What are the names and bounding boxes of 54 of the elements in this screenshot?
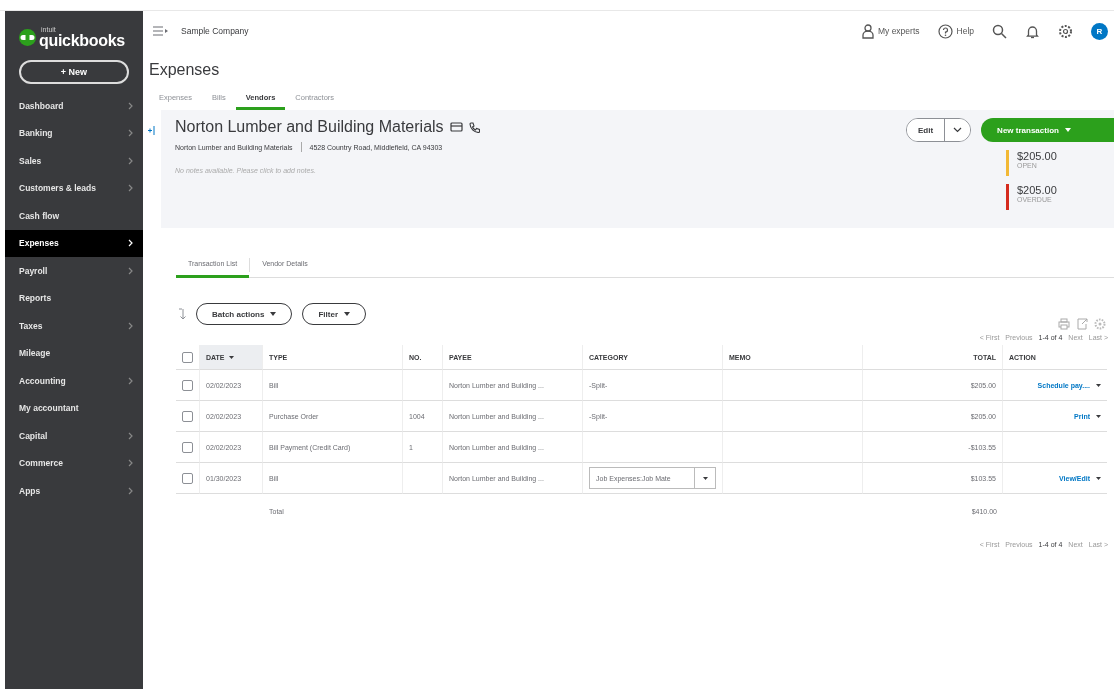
caret-down-icon[interactable] <box>1096 476 1101 480</box>
search-icon[interactable] <box>992 23 1007 39</box>
vendor-name: Norton Lumber and Building Materials <box>175 118 444 136</box>
caret-down-icon <box>1064 128 1071 132</box>
row-checkbox[interactable] <box>182 441 193 453</box>
brand-name: quickbooks <box>39 32 125 49</box>
bell-icon[interactable] <box>1025 23 1040 39</box>
row-checkbox[interactable] <box>182 410 193 422</box>
my-experts-button[interactable]: My experts <box>861 23 920 39</box>
nav-item[interactable]: Payroll <box>5 257 143 285</box>
new-button[interactable]: + New <box>19 60 129 84</box>
nav-item[interactable]: Capital <box>5 422 143 450</box>
nav-item[interactable]: Banking <box>5 119 143 147</box>
collapse-panel-icon[interactable] <box>148 126 156 135</box>
nav-item[interactable]: Expenses <box>5 229 143 257</box>
help-icon <box>937 23 953 39</box>
sort-icon[interactable] <box>178 308 186 320</box>
nav-item[interactable]: Customers & leads <box>5 174 143 202</box>
batch-actions-button[interactable]: Batch actions <box>196 303 293 325</box>
caret-down-icon[interactable] <box>1096 414 1101 418</box>
nav-item[interactable]: Sales <box>5 147 143 175</box>
filter-button[interactable]: Filter <box>302 303 367 325</box>
person-icon <box>861 23 874 39</box>
balance-amount: $205.00 <box>1017 150 1057 162</box>
nav-item[interactable]: Taxes <box>5 312 143 340</box>
envelope-icon[interactable] <box>449 122 463 132</box>
caret-down-icon <box>270 312 277 316</box>
nav-item[interactable]: Cash flow <box>5 202 143 230</box>
select-all-checkbox[interactable] <box>182 351 193 363</box>
page-title: Expenses <box>149 61 221 79</box>
quickbooks-logo-icon <box>19 28 36 46</box>
nav-item[interactable]: Reports <box>5 284 143 312</box>
help-button[interactable]: Help <box>937 23 974 39</box>
row-checkbox[interactable] <box>182 379 193 391</box>
nav-item[interactable]: My accountant <box>5 394 143 422</box>
menu-icon[interactable] <box>153 26 169 36</box>
settings-icon[interactable] <box>1058 23 1073 39</box>
nav-item[interactable]: Commerce <box>5 449 143 477</box>
caret-down-icon <box>702 476 708 480</box>
caret-down-icon <box>344 312 351 316</box>
company-name: Sample Company <box>181 26 249 36</box>
phone-icon[interactable] <box>468 121 480 133</box>
user-avatar[interactable]: R <box>1091 22 1108 40</box>
balance-amount: $205.00 <box>1017 184 1057 196</box>
nav-item[interactable]: Mileage <box>5 339 143 367</box>
nav-item[interactable]: Dashboard <box>5 92 143 120</box>
export-icon[interactable] <box>1076 318 1088 330</box>
chevron-down-icon <box>953 127 963 133</box>
edit-menu-button[interactable] <box>944 119 971 141</box>
caret-down-icon <box>228 355 234 359</box>
nav-item[interactable]: Apps <box>5 477 143 505</box>
row-checkbox[interactable] <box>182 472 193 484</box>
caret-down-icon[interactable] <box>1096 383 1101 387</box>
nav-item[interactable]: Accounting <box>5 367 143 395</box>
